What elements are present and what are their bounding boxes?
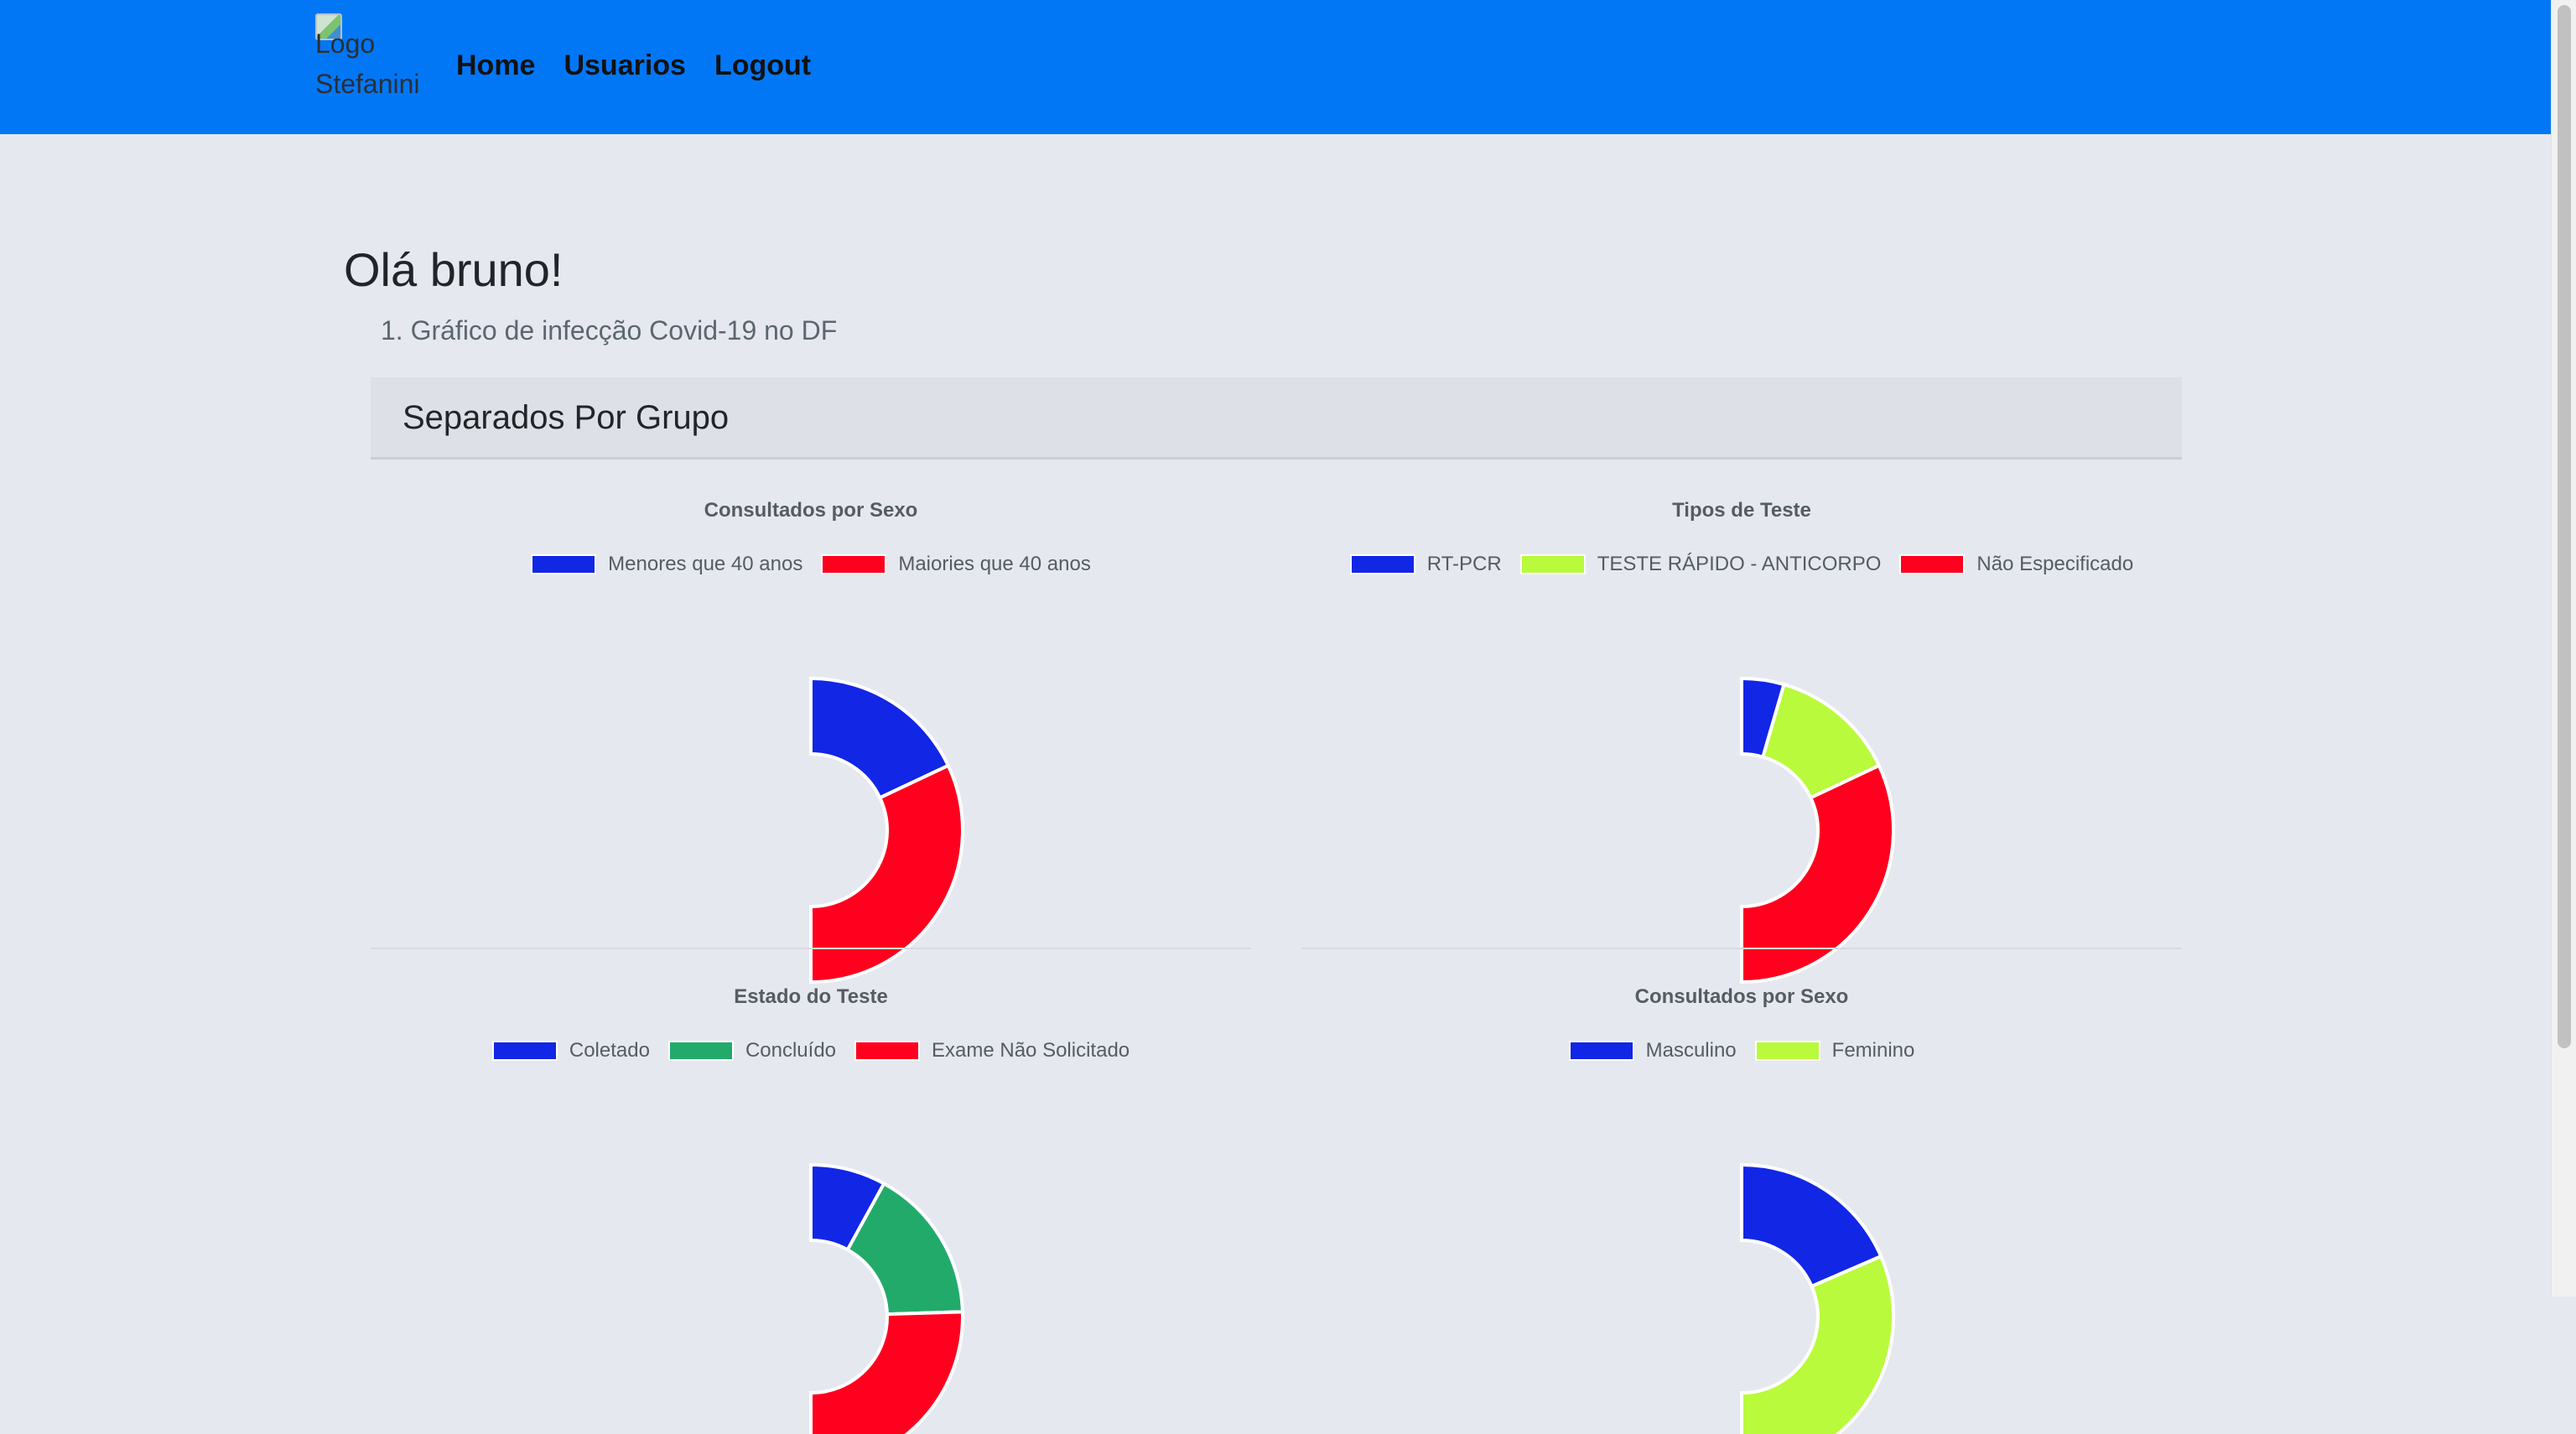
- doughnut-chart: [809, 676, 964, 985]
- logo-alt-text: Logo Stefanini: [315, 29, 420, 99]
- nav-links: Home Usuarios Logout: [456, 47, 811, 84]
- chart-panel-estado-teste: Estado do Teste Coletado Concluído Exame…: [371, 948, 1251, 1434]
- chart-panel-tipos-teste: Tipos de Teste RT-PCR TESTE RÁPIDO - ANT…: [1301, 461, 2182, 985]
- doughnut-chart: [1740, 676, 1895, 985]
- nav-link-logout[interactable]: Logout: [714, 47, 811, 84]
- doughnut-chart: [1740, 1162, 1895, 1434]
- doughnut-slice[interactable]: [1740, 1254, 1895, 1434]
- card-title: Separados Por Grupo: [402, 399, 730, 436]
- logo-image[interactable]: Logo Stefanini: [315, 13, 424, 104]
- chart-panel-consultados-sexo: Consultados por Sexo Masculino Feminino: [1301, 948, 2182, 1434]
- greeting-heading: Olá bruno!: [344, 243, 564, 296]
- navbar: Logo Stefanini Home Usuarios Logout: [0, 0, 2551, 134]
- doughnut-chart: [809, 1162, 964, 1434]
- scrollbar-thumb[interactable]: [2558, 5, 2571, 1048]
- nav-link-home[interactable]: Home: [456, 47, 535, 84]
- card-header: Separados Por Grupo: [371, 377, 2182, 460]
- chart-panel-consultados-idade: Consultados por Sexo Menores que 40 anos…: [371, 461, 1251, 985]
- nav-link-usuarios[interactable]: Usuarios: [564, 47, 686, 84]
- charts-card: Separados Por Grupo Consultados por Sexo…: [371, 377, 2182, 1434]
- doughnut-slice[interactable]: [809, 1310, 964, 1434]
- chart-list-item: 1. Gráfico de infecção Covid-19 no DF: [381, 315, 838, 346]
